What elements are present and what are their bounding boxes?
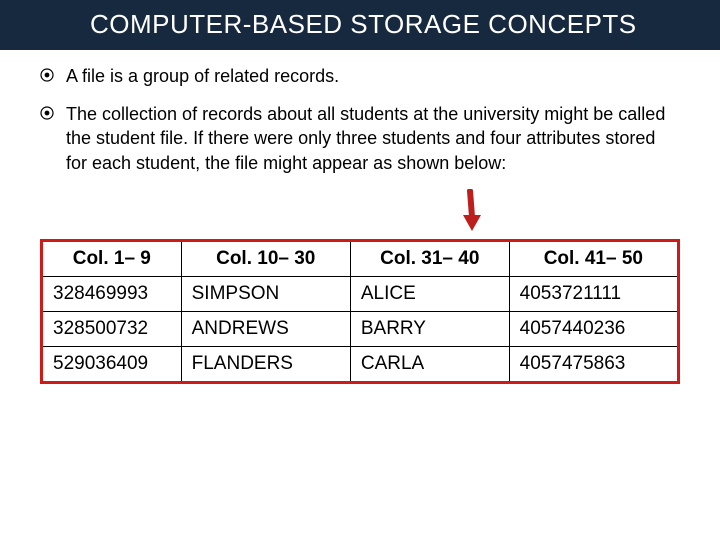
student-file-table: Col. 1– 9 Col. 10– 30 Col. 31– 40 Col. 4…: [40, 239, 680, 384]
col-header: Col. 10– 30: [181, 241, 350, 277]
cell: 4053721111: [509, 277, 678, 312]
table-row: 328500732 ANDREWS BARRY 4057440236: [42, 312, 679, 347]
cell: CARLA: [350, 347, 509, 383]
table-row: 529036409 FLANDERS CARLA 4057475863: [42, 347, 679, 383]
cell: SIMPSON: [181, 277, 350, 312]
cell: 4057475863: [509, 347, 678, 383]
bullet-text: A file is a group of related records.: [66, 64, 339, 88]
cell: FLANDERS: [181, 347, 350, 383]
cell: ALICE: [350, 277, 509, 312]
cell: 328469993: [42, 277, 182, 312]
table-header-row: Col. 1– 9 Col. 10– 30 Col. 31– 40 Col. 4…: [42, 241, 679, 277]
cell: ANDREWS: [181, 312, 350, 347]
cell: 4057440236: [509, 312, 678, 347]
col-header: Col. 41– 50: [509, 241, 678, 277]
body-content: A file is a group of related records. Th…: [0, 50, 720, 384]
table-row: 328469993 SIMPSON ALICE 4053721111: [42, 277, 679, 312]
bullet-item: The collection of records about all stud…: [40, 102, 680, 175]
slide-title: COMPUTER-BASED STORAGE CONCEPTS: [0, 0, 720, 50]
down-arrow-icon: [460, 189, 484, 235]
cell: 529036409: [42, 347, 182, 383]
col-header: Col. 1– 9: [42, 241, 182, 277]
bullet-icon: [40, 68, 54, 82]
col-header: Col. 31– 40: [350, 241, 509, 277]
cell: BARRY: [350, 312, 509, 347]
cell: 328500732: [42, 312, 182, 347]
arrow-pointer: [40, 189, 680, 235]
bullet-item: A file is a group of related records.: [40, 64, 680, 88]
bullet-icon: [40, 106, 54, 120]
bullet-text: The collection of records about all stud…: [66, 102, 680, 175]
